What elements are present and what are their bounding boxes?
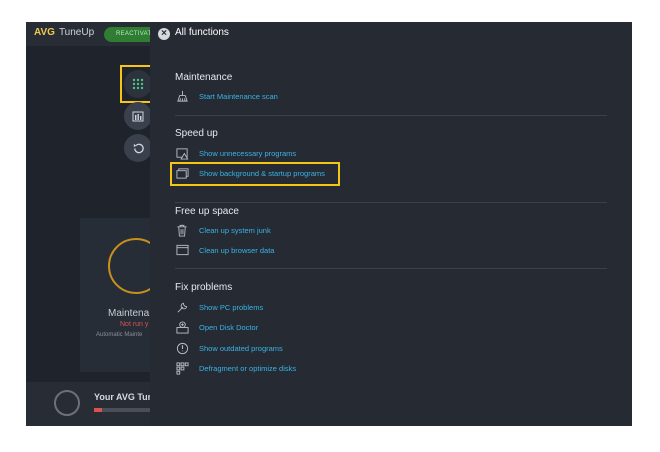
maintenance-card-status: Not run y — [120, 321, 149, 328]
all-functions-panel: × All functions Maintenance Start Mainte… — [150, 22, 632, 426]
undo-icon — [133, 143, 144, 153]
item-label: Show unnecessary programs — [199, 148, 297, 158]
maintenance-card-title: Maintena — [108, 308, 150, 319]
defrag-icon — [175, 361, 189, 375]
broom-icon — [175, 89, 189, 103]
stats-button[interactable] — [124, 102, 152, 130]
bottom-title: Your AVG Tune — [94, 392, 159, 402]
brand-name: AVG — [34, 27, 55, 38]
wrench-icon — [175, 300, 189, 314]
show-unnecessary-programs-link[interactable]: Show unnecessary programs — [175, 145, 296, 161]
app-window: AVG TuneUp REACTIVATE Maintena Not run y … — [26, 22, 632, 426]
start-maintenance-scan-link[interactable]: Start Maintenance scan — [175, 88, 278, 104]
bar-chart-icon — [132, 111, 144, 122]
program-warning-icon — [175, 146, 189, 160]
alarm-clock-icon — [54, 390, 80, 416]
close-icon[interactable]: × — [158, 28, 170, 40]
divider — [175, 202, 607, 203]
highlight-frame — [170, 162, 340, 186]
item-label: Clean up system junk — [199, 225, 271, 235]
section-title-maintenance: Maintenance — [175, 72, 233, 83]
divider — [175, 268, 607, 269]
open-disk-doctor-link[interactable]: Open Disk Doctor — [175, 319, 258, 335]
show-outdated-programs-link[interactable]: Show outdated programs — [175, 340, 283, 356]
show-pc-problems-link[interactable]: Show PC problems — [175, 299, 263, 315]
section-title-speed-up: Speed up — [175, 128, 218, 139]
app-logo: AVG TuneUp — [34, 27, 94, 38]
trash-icon — [175, 223, 189, 237]
bottom-progress — [94, 408, 150, 412]
section-title-fix-problems: Fix problems — [175, 282, 233, 293]
product-name: TuneUp — [58, 27, 95, 38]
item-label: Defragment or optimize disks — [199, 363, 297, 373]
item-label: Show PC problems — [199, 302, 264, 312]
item-label: Start Maintenance scan — [199, 91, 278, 101]
history-button[interactable] — [124, 134, 152, 162]
clean-up-system-junk-link[interactable]: Clean up system junk — [175, 222, 271, 238]
item-label: Clean up browser data — [199, 245, 275, 255]
clean-up-browser-data-link[interactable]: Clean up browser data — [175, 242, 274, 258]
section-title-free-up-space: Free up space — [175, 206, 239, 217]
maintenance-card-subtitle: Automatic Mainte — [96, 332, 143, 338]
outdated-icon — [175, 341, 189, 355]
item-label: Open Disk Doctor — [199, 322, 259, 332]
browser-icon — [175, 243, 189, 257]
item-label: Show outdated programs — [199, 343, 283, 353]
defragment-optimize-disks-link[interactable]: Defragment or optimize disks — [175, 360, 296, 376]
divider — [175, 115, 607, 116]
panel-title: All functions — [175, 27, 229, 38]
disk-doctor-icon — [175, 320, 189, 334]
